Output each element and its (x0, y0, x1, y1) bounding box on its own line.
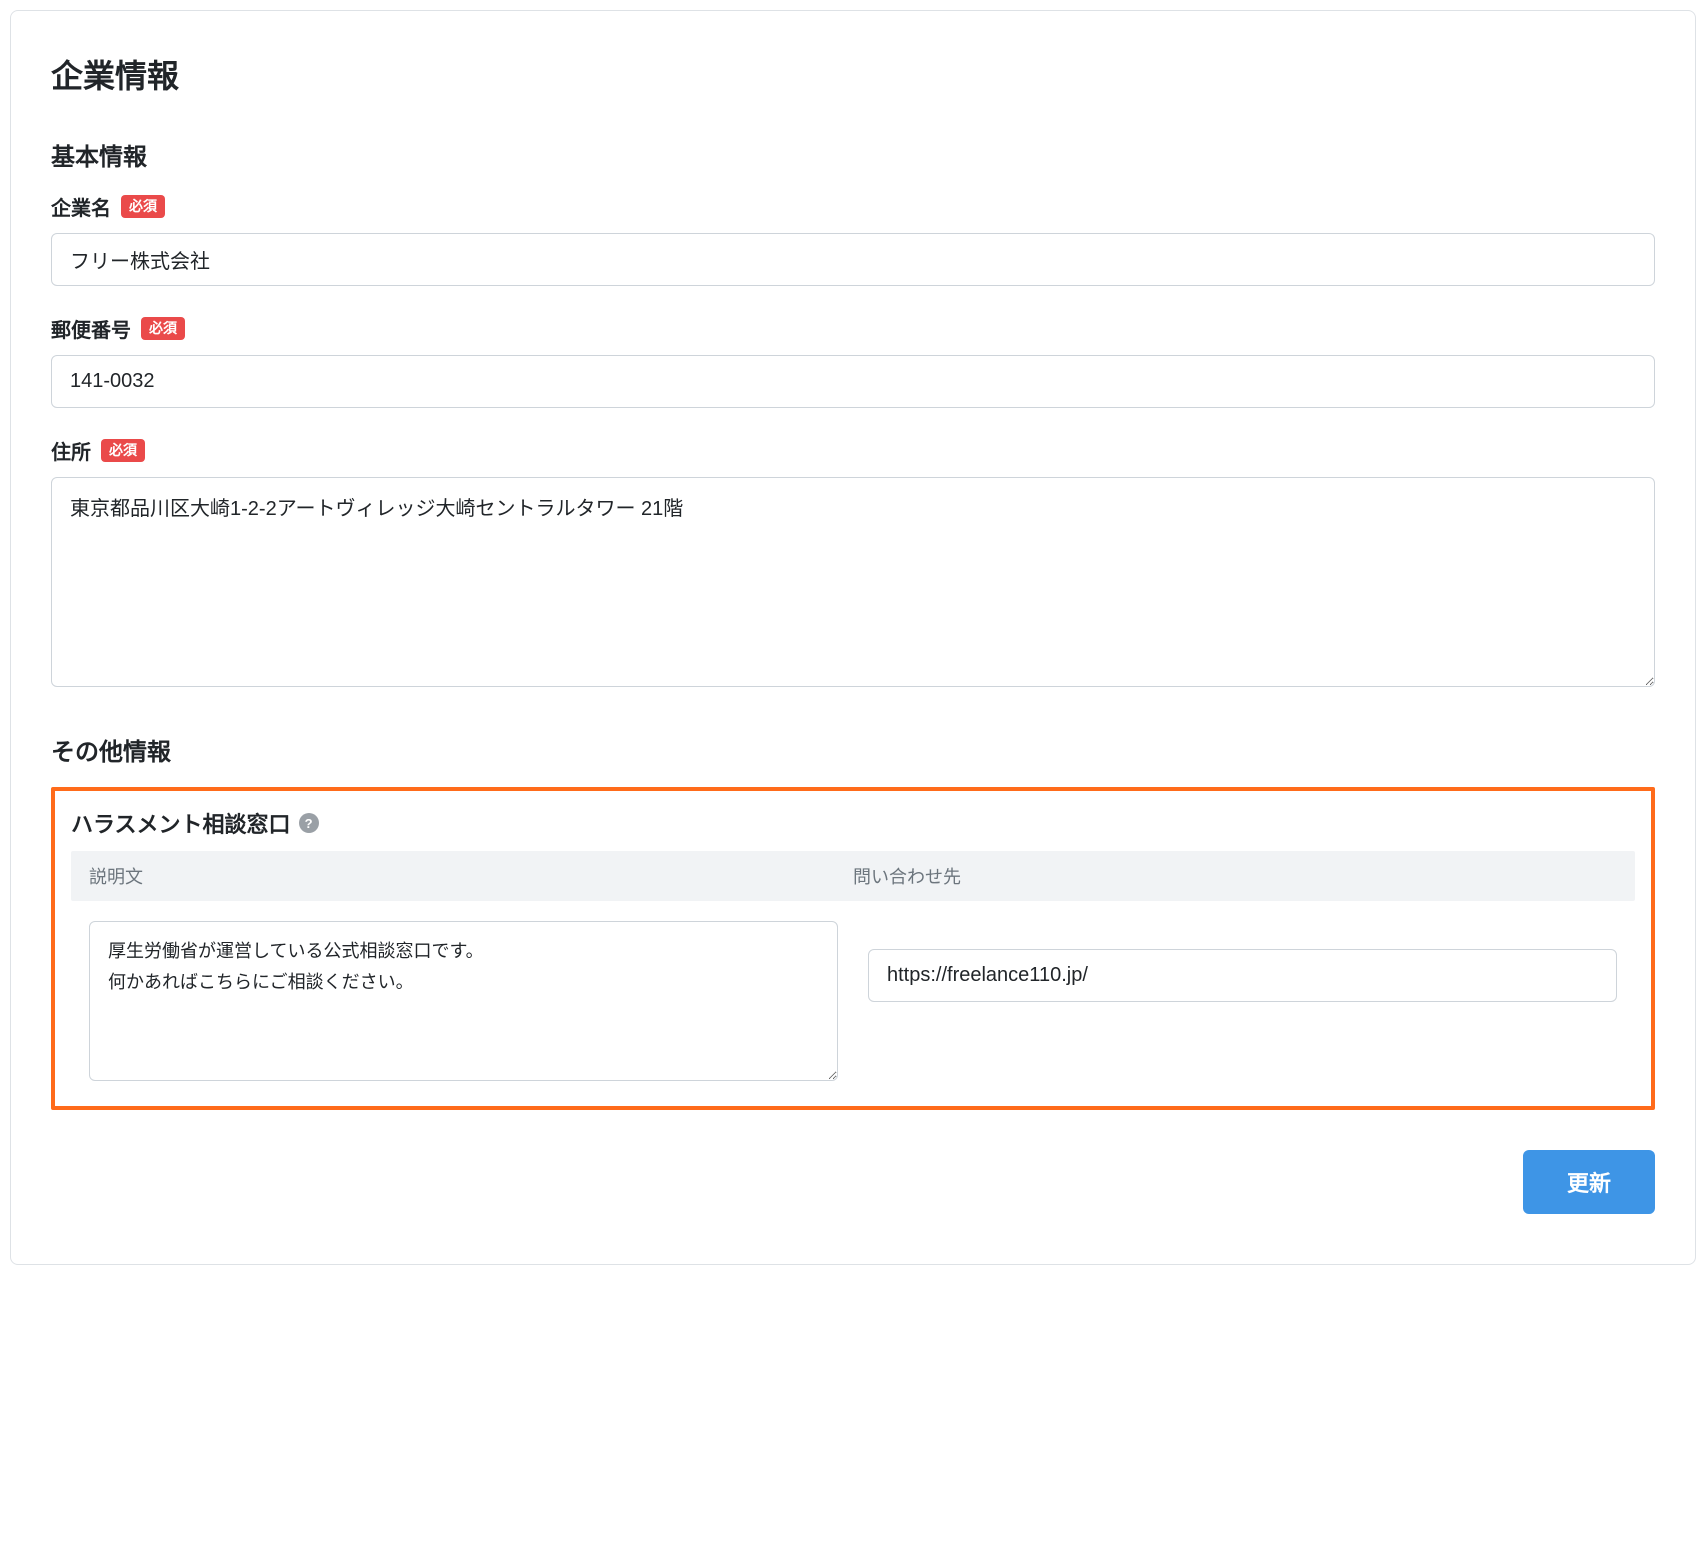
harassment-table-header: 説明文 問い合わせ先 (71, 851, 1635, 901)
harassment-contact-input[interactable] (868, 949, 1617, 1002)
form-group-address: 住所 必須 (51, 436, 1655, 692)
form-group-company-name: 企業名 必須 (51, 192, 1655, 286)
company-name-label: 企業名 (51, 192, 111, 221)
section-basic-title: 基本情報 (51, 137, 1655, 172)
submit-button[interactable]: 更新 (1523, 1150, 1655, 1214)
column-header-description: 説明文 (89, 863, 853, 889)
harassment-description-textarea[interactable] (89, 921, 838, 1081)
postal-code-input[interactable] (51, 355, 1655, 408)
page-title: 企業情報 (51, 51, 1655, 97)
address-label: 住所 (51, 436, 91, 465)
address-textarea[interactable] (51, 477, 1655, 687)
company-name-input[interactable] (51, 233, 1655, 286)
harassment-highlight-box: ハラスメント相談窓口 ? 説明文 問い合わせ先 (51, 787, 1655, 1110)
harassment-title: ハラスメント相談窓口 (71, 807, 291, 839)
help-icon[interactable]: ? (299, 813, 319, 833)
required-badge: 必須 (101, 439, 145, 463)
required-badge: 必須 (121, 195, 165, 219)
company-info-card: 企業情報 基本情報 企業名 必須 郵便番号 必須 住所 必須 その他情報 ハラス… (10, 10, 1696, 1265)
column-header-contact: 問い合わせ先 (853, 863, 1617, 889)
section-other-title: その他情報 (51, 732, 1655, 767)
required-badge: 必須 (141, 317, 185, 341)
form-group-postal-code: 郵便番号 必須 (51, 314, 1655, 408)
postal-code-label: 郵便番号 (51, 314, 131, 343)
